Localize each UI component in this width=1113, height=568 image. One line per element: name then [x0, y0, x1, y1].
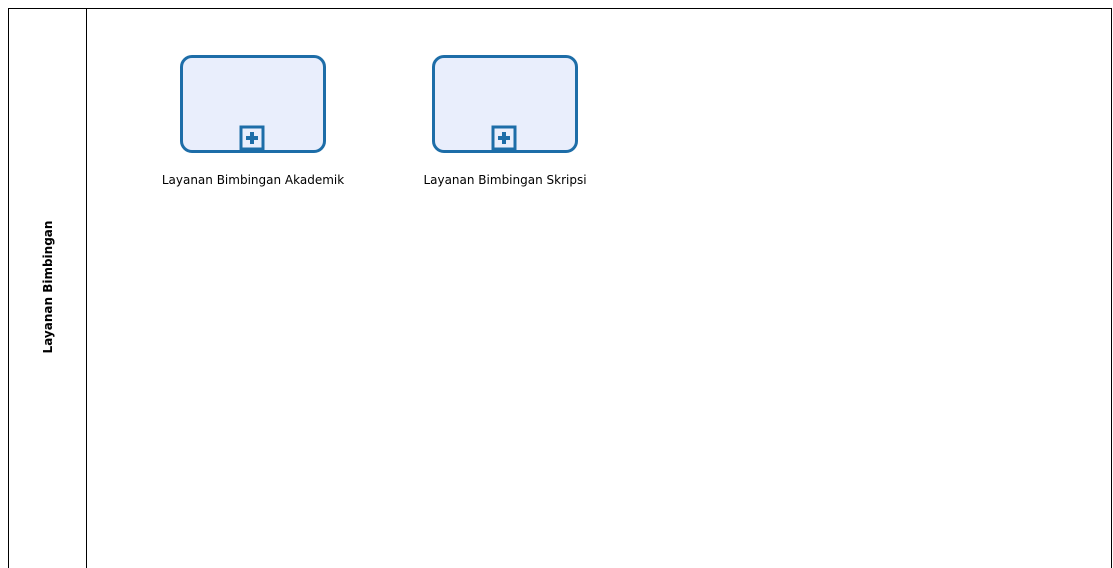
subprocess-label: Layanan Bimbingan Skripsi — [423, 173, 587, 187]
subprocess-layanan-bimbingan-skripsi[interactable]: Layanan Bimbingan Skripsi — [423, 55, 587, 187]
plus-square-icon[interactable] — [239, 125, 265, 151]
lane-body: Layanan Bimbingan Akademik Layanan Bimbi… — [87, 9, 1111, 568]
subprocess-layanan-bimbingan-akademik[interactable]: Layanan Bimbingan Akademik — [162, 55, 344, 187]
lane-title: Layanan Bimbingan — [41, 220, 55, 354]
pool: Layanan Bimbingan Layanan Bimbingan Akad… — [8, 8, 1112, 568]
subprocess-label: Layanan Bimbingan Akademik — [161, 173, 345, 187]
lane-header[interactable]: Layanan Bimbingan — [9, 9, 87, 568]
plus-square-icon[interactable] — [491, 125, 517, 151]
